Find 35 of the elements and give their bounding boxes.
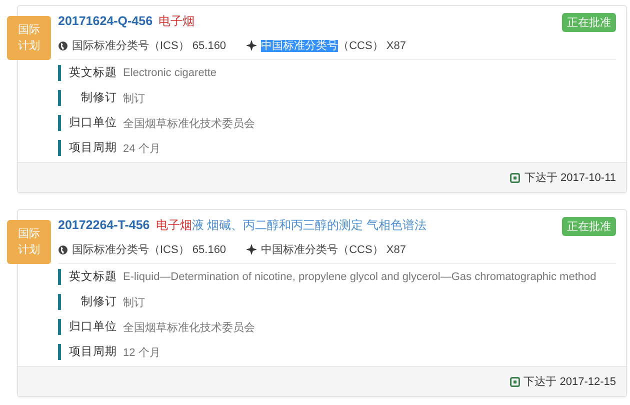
status-label: 正在批准 [562,217,616,236]
record-number[interactable]: 20172264-T-456 [58,218,150,232]
field-label: 项目周期 [58,344,117,360]
issued-date: 下达于 2017-12-15 [524,375,616,389]
globe-icon [58,40,68,50]
field-value: 12 个月 [123,346,160,360]
classification-text: 中国标准分类号（CCS） X87 [261,243,406,257]
field-label: 项目周期 [58,140,117,156]
field-value: 制订 [123,92,145,106]
compass-icon [246,244,258,255]
field-label: 归口单位 [58,319,117,335]
title-text[interactable]: 电子烟 [156,218,192,232]
record-number[interactable]: 20171624-Q-456 [58,14,153,28]
plan-badge: 国际 计划 [7,220,51,264]
globe-icon [58,244,68,254]
status-label: 正在批准 [562,13,616,32]
field-label: 英文标题 [58,65,117,81]
issued-date: 下达于 2017-10-11 [524,171,616,185]
field-value: 全国烟草标准化技术委员会 [123,320,255,334]
field-label: 制修订 [58,90,117,106]
field-value: 全国烟草标准化技术委员会 [123,116,255,130]
plan-badge: 国际 计划 [7,16,51,60]
classification-text: 国际标准分类号（ICS） 65.160 [72,243,226,257]
field-value: 制订 [123,296,145,310]
classification-text: 国际标准分类号（ICS） 65.160 [72,39,226,53]
title-text[interactable]: 电子烟 [158,14,195,28]
compass-icon [246,40,258,51]
field-label: 英文标题 [58,269,117,285]
calendar-icon [510,172,520,182]
calendar-icon [510,376,520,386]
field-value: 24 个月 [123,142,160,156]
field-label: 归口单位 [58,115,117,131]
title-text[interactable]: 液 烟碱、丙二醇和丙三醇的测定 气相色谱法 [192,218,426,232]
field-label: 制修订 [58,294,117,310]
classification-text: 中国标准分类号（CCS） X87 [261,39,406,53]
